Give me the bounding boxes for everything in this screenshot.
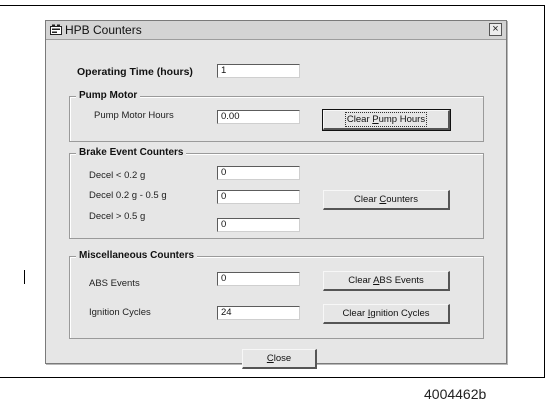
frame-top-rule [0, 5, 545, 6]
ignition-cycles-label: Ignition Cycles [89, 307, 151, 318]
abs-events-label: ABS Events [89, 278, 140, 289]
frame-bottom-rule [0, 377, 545, 378]
close-button[interactable]: Close [242, 349, 317, 369]
decel-high-label: Decel > 0.5 g [89, 211, 146, 222]
decel-mid-field[interactable]: 0 [217, 190, 300, 204]
pump-motor-hours-label: Pump Motor Hours [94, 110, 174, 121]
clear-pump-hours-label: Clear Pump Hours [344, 112, 428, 127]
miscellaneous-counters-group: Miscellaneous Counters [69, 250, 484, 339]
figure-code: 4004462b [424, 386, 487, 402]
operating-time-label: Operating Time (hours) [77, 66, 193, 78]
clear-abs-events-button[interactable]: Clear ABS Events [323, 271, 450, 291]
decel-low-field[interactable]: 0 [217, 166, 300, 180]
clear-ignition-cycles-button[interactable]: Clear Ignition Cycles [323, 304, 450, 324]
decel-mid-label: Decel 0.2 g - 0.5 g [89, 190, 167, 201]
miscellaneous-counters-group-label: Miscellaneous Counters [76, 250, 198, 261]
hpb-app-icon [50, 24, 62, 35]
clear-counters-button[interactable]: Clear Counters [323, 190, 450, 210]
pump-motor-hours-field[interactable]: 0.00 [217, 110, 300, 124]
hpb-counters-dialog: HPB Counters × Operating Time (hours) 1 … [45, 20, 507, 369]
ignition-cycles-field[interactable]: 24 [217, 306, 300, 320]
clear-pump-hours-button[interactable]: Clear Pump Hours [322, 109, 451, 131]
operating-time-field[interactable]: 1 [217, 64, 300, 78]
brake-event-counters-group-label: Brake Event Counters [76, 147, 187, 158]
title-bar[interactable]: HPB Counters × [46, 21, 506, 40]
pump-motor-group-label: Pump Motor [76, 90, 141, 101]
abs-events-field[interactable]: 0 [217, 272, 300, 286]
decel-low-label: Decel < 0.2 g [89, 170, 146, 181]
decel-high-field[interactable]: 0 [217, 218, 300, 232]
close-icon[interactable]: × [489, 23, 502, 36]
window-title: HPB Counters [65, 23, 142, 37]
frame-tick-mark [24, 270, 25, 284]
